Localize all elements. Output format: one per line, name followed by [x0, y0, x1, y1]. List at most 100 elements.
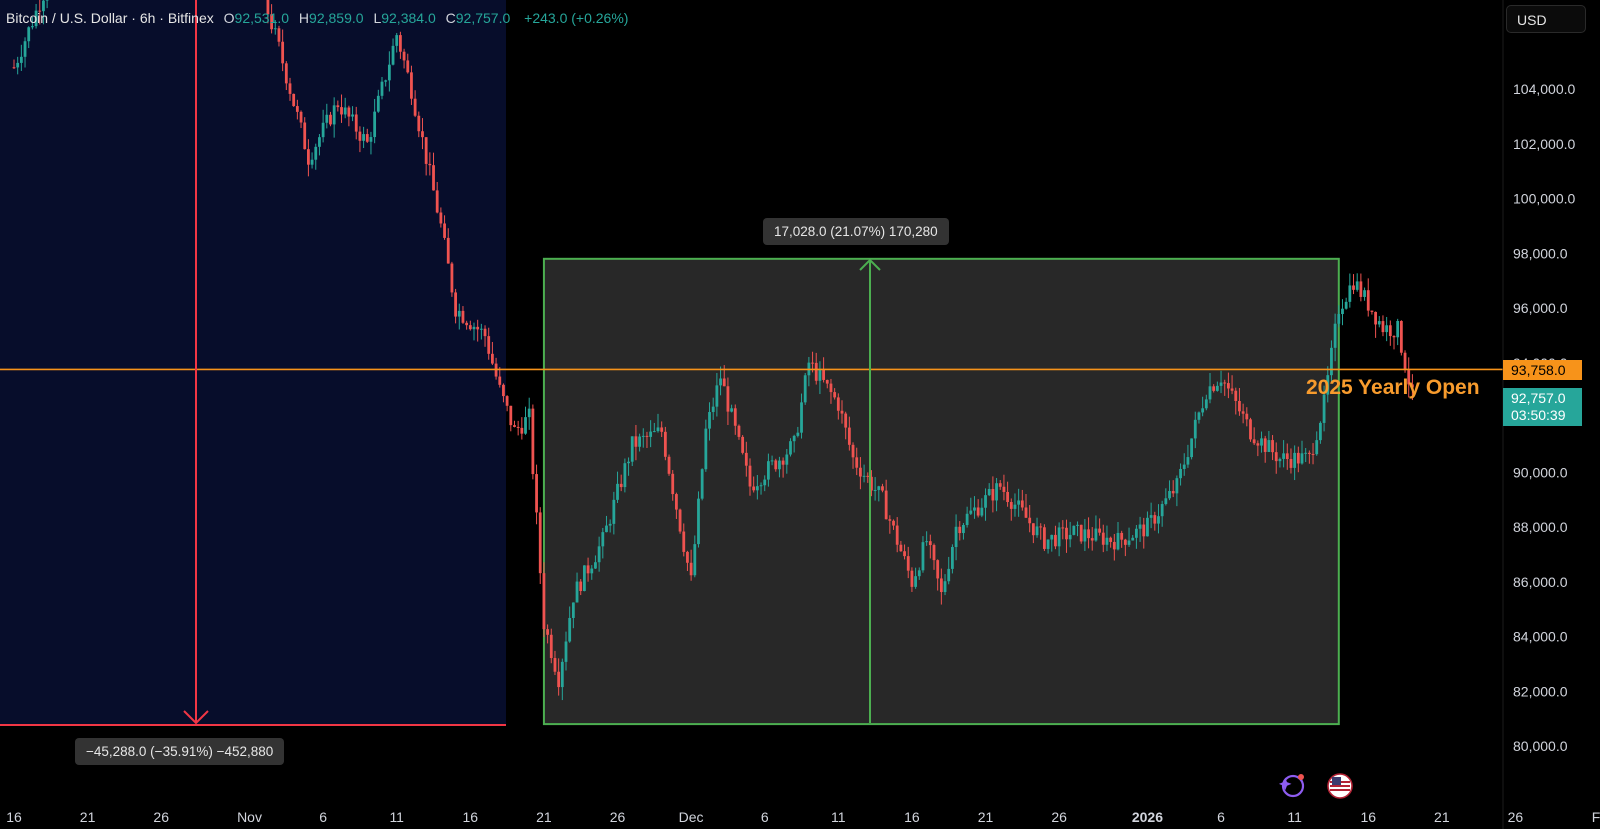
- candle-body: [417, 115, 421, 132]
- candle-body: [351, 114, 354, 117]
- candle-body: [708, 412, 711, 429]
- candle-body: [925, 541, 929, 543]
- candle-body: [984, 495, 987, 508]
- candle-body: [1112, 541, 1116, 550]
- x-tick-label: 21: [1434, 809, 1450, 825]
- candle-body: [1285, 453, 1289, 460]
- x-tick-label: Nov: [237, 809, 262, 825]
- candle-body: [759, 485, 763, 487]
- candle-body: [583, 565, 586, 592]
- candle-body: [314, 146, 318, 160]
- candle-body: [700, 469, 704, 499]
- candle-body: [1403, 352, 1407, 371]
- candle-body: [726, 386, 730, 412]
- candle-body: [840, 410, 844, 414]
- candle-body: [358, 131, 362, 141]
- candle-body: [347, 107, 351, 117]
- candle-body: [406, 60, 410, 73]
- candle-body: [855, 457, 859, 468]
- candle-body: [800, 402, 803, 433]
- candle-body: [895, 525, 899, 545]
- candle-body: [1263, 438, 1267, 452]
- candle-body: [1157, 516, 1160, 524]
- candle-body: [954, 526, 958, 548]
- candle-body: [774, 460, 778, 470]
- candle-body: [387, 64, 391, 81]
- candle-body: [917, 570, 921, 577]
- candle-body: [527, 408, 531, 418]
- candle-body: [1079, 524, 1083, 542]
- candle-body: [443, 223, 446, 238]
- sparkle-icon[interactable]: [1278, 772, 1306, 800]
- candle-body: [1396, 320, 1400, 338]
- candle-body: [295, 106, 299, 112]
- candle-body: [454, 292, 457, 317]
- candle-body: [1050, 534, 1054, 540]
- candle-body: [1348, 285, 1352, 302]
- candle-body: [627, 461, 630, 464]
- candle-body: [697, 498, 700, 545]
- candle-body: [281, 41, 285, 64]
- candle-body: [987, 488, 991, 496]
- candle-body: [899, 544, 903, 552]
- candle-body: [1296, 452, 1300, 464]
- candle-body: [1083, 529, 1087, 542]
- candle-body: [1197, 412, 1201, 420]
- candle-body: [479, 328, 483, 330]
- candle-body: [778, 460, 781, 470]
- us-flag-icon[interactable]: [1326, 772, 1354, 800]
- candle-body: [410, 72, 413, 99]
- measure-up-label: 17,028.0 (21.07%) 170,280: [763, 218, 949, 245]
- measure-down-label: −45,288.0 (−35.91%) −452,880: [75, 738, 285, 765]
- candle-body: [1278, 458, 1282, 462]
- candle-body: [1374, 311, 1377, 325]
- candle-body: [616, 483, 619, 500]
- price-chart[interactable]: 80,000.0 82,000.0 84,000.0 86,000.0 88,000.0…: [0, 0, 1600, 829]
- candle-body: [748, 465, 752, 487]
- candle-body: [1215, 385, 1219, 391]
- candle-body: [1116, 532, 1120, 550]
- candle-body: [781, 460, 785, 465]
- candle-body: [822, 369, 825, 380]
- candle-body: [1142, 524, 1146, 537]
- candle-body: [630, 436, 634, 462]
- candle-body: [1201, 408, 1205, 413]
- candle-body: [921, 542, 925, 571]
- candle-body: [336, 105, 340, 108]
- candle-body: [936, 560, 940, 579]
- candle-body: [1090, 538, 1094, 541]
- candle-body: [785, 454, 789, 465]
- y-tick-label: 80,000.0: [1513, 738, 1568, 754]
- candle-body: [1212, 386, 1216, 391]
- candle-body: [424, 137, 428, 164]
- candle-body: [1123, 539, 1127, 545]
- candle-body: [597, 546, 601, 563]
- candle-body: [829, 383, 833, 393]
- candle-body: [951, 547, 954, 569]
- candle-body: [1057, 527, 1061, 547]
- candle-body: [719, 378, 722, 386]
- candle-body: [1341, 308, 1344, 315]
- candle-body: [399, 35, 402, 52]
- candle-body: [928, 541, 932, 546]
- candle-body: [836, 397, 840, 411]
- candle-body: [310, 159, 314, 165]
- candle-body: [730, 408, 733, 412]
- x-tick-label: 26: [1051, 809, 1067, 825]
- candle-body: [1392, 336, 1396, 338]
- candle-body: [741, 436, 745, 453]
- candle-body: [542, 573, 546, 630]
- candle-body: [1182, 464, 1186, 469]
- candle-body: [910, 570, 914, 587]
- y-tick-label: 96,000.0: [1513, 300, 1568, 316]
- candle-body: [318, 137, 321, 147]
- candle-body: [299, 111, 303, 123]
- candle-body: [413, 98, 417, 116]
- candle-body: [1072, 525, 1076, 535]
- x-tick-label: 26: [153, 809, 169, 825]
- candle-body: [1293, 452, 1297, 468]
- candle-body: [947, 568, 951, 582]
- x-tick-label: 11: [831, 809, 846, 825]
- currency-button[interactable]: USD: [1506, 5, 1586, 33]
- candle-body: [332, 105, 336, 125]
